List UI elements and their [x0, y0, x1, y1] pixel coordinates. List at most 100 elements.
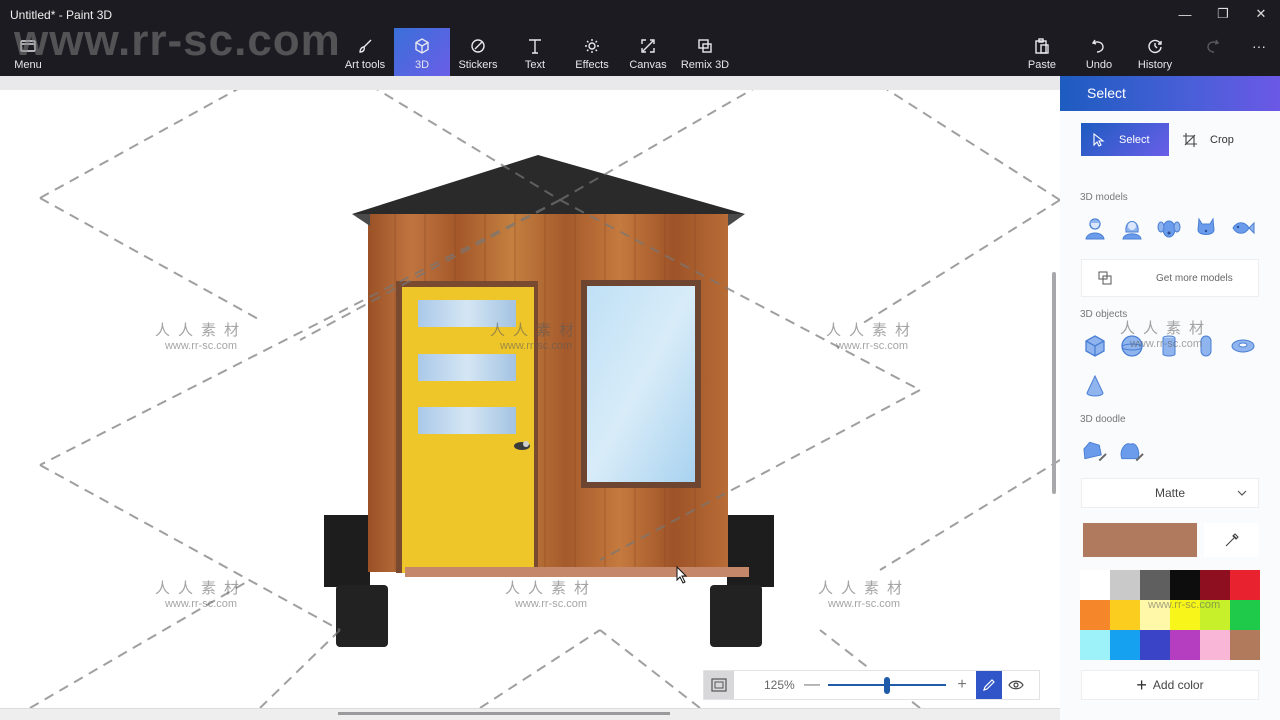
more-icon: ···: [1252, 38, 1266, 54]
color-swatch[interactable]: [1230, 570, 1260, 600]
doodle-label: 3D doodle: [1080, 414, 1126, 425]
color-swatch[interactable]: [1110, 600, 1140, 630]
color-swatch[interactable]: [1110, 570, 1140, 600]
deck: [405, 567, 749, 577]
tool-label: 3D: [414, 59, 430, 71]
doodle-row: [1082, 438, 1144, 463]
vertical-scrollbar[interactable]: [1052, 272, 1056, 494]
app-title: Untitled* - Paint 3D: [10, 8, 113, 22]
maximize-button[interactable]: ❐: [1204, 0, 1242, 28]
color-swatch[interactable]: [1080, 570, 1110, 600]
view-mode-button[interactable]: [704, 671, 734, 699]
color-swatch[interactable]: [1170, 600, 1200, 630]
color-swatch[interactable]: [1170, 570, 1200, 600]
menu-folder-icon: [19, 37, 37, 55]
redo-button[interactable]: [1194, 28, 1230, 76]
crop-button[interactable]: Crop: [1178, 123, 1268, 156]
resize-icon: [639, 37, 657, 55]
color-palette: [1080, 570, 1260, 660]
view-button[interactable]: [1002, 671, 1030, 699]
tool-text[interactable]: Text: [514, 28, 556, 76]
torus-object-icon[interactable]: [1230, 333, 1255, 358]
tool-label: Stickers: [458, 59, 498, 71]
tool-label: Text: [524, 59, 546, 71]
more-button[interactable]: ···: [1244, 28, 1274, 76]
maximize-icon: ❐: [1217, 6, 1229, 21]
color-swatch[interactable]: [1080, 630, 1110, 660]
redo-icon: [1203, 37, 1221, 55]
sun-icon: [583, 37, 601, 55]
close-button[interactable]: ✕: [1242, 0, 1280, 28]
sphere-object-icon[interactable]: [1119, 333, 1144, 358]
zoom-slider[interactable]: [828, 675, 946, 695]
capsule-object-icon[interactable]: [1193, 333, 1218, 358]
fish-model-icon[interactable]: [1230, 215, 1255, 240]
tool-effects[interactable]: Effects: [570, 28, 614, 76]
tool-art-tools[interactable]: Art tools: [338, 28, 392, 76]
add-color-button[interactable]: + Add color: [1081, 670, 1259, 700]
color-swatch[interactable]: [1080, 600, 1110, 630]
tool-3d[interactable]: 3D: [394, 28, 450, 76]
eyedropper-icon: [1225, 533, 1239, 547]
paste-label: Paste: [1027, 59, 1057, 71]
cat-model-icon[interactable]: [1193, 215, 1218, 240]
color-swatch[interactable]: [1230, 600, 1260, 630]
color-swatch[interactable]: [1200, 630, 1230, 660]
zoom-percent: 125%: [764, 678, 795, 692]
color-swatch[interactable]: [1230, 630, 1260, 660]
history-label: History: [1137, 59, 1173, 71]
cube-object-icon[interactable]: [1082, 333, 1107, 358]
edit-mode-button[interactable]: [976, 671, 1002, 699]
current-color-swatch[interactable]: [1083, 523, 1197, 557]
color-swatch[interactable]: [1140, 600, 1170, 630]
cone-object-icon[interactable]: [1082, 373, 1107, 398]
undo-icon: [1090, 37, 1108, 55]
select-label: Select: [1119, 133, 1150, 146]
tool-label: Effects: [575, 59, 609, 71]
chevron-down-icon: [1237, 490, 1247, 496]
color-swatch[interactable]: [1140, 630, 1170, 660]
color-swatch[interactable]: [1200, 600, 1230, 630]
crop-label: Crop: [1210, 133, 1234, 146]
house-drawing[interactable]: [0, 90, 1060, 708]
zoom-slider-thumb[interactable]: [884, 677, 890, 694]
color-swatch[interactable]: [1110, 630, 1140, 660]
cube-icon: [413, 37, 431, 55]
finish-dropdown[interactable]: Matte: [1081, 478, 1259, 508]
tool-canvas[interactable]: Canvas: [626, 28, 670, 76]
get-more-models-label: Get more models: [1156, 272, 1233, 284]
get-more-models-button[interactable]: Get more models: [1081, 259, 1259, 297]
remix-icon: [696, 37, 714, 55]
cylinder-object-icon[interactable]: [1156, 333, 1181, 358]
paste-button[interactable]: Paste: [1022, 28, 1062, 76]
remix-icon: [1098, 271, 1114, 285]
menu-button[interactable]: Menu: [4, 28, 52, 76]
canvas-workspace[interactable]: 人人素材 www.rr-sc.com 人人素材 www.rr-sc.com 人人素材…: [0, 90, 1060, 708]
tool-label: Art tools: [344, 59, 386, 71]
tool-stickers[interactable]: Stickers: [454, 28, 502, 76]
horizontal-scrollbar[interactable]: [338, 712, 670, 715]
objects-label: 3D objects: [1080, 309, 1128, 320]
top-toolbar: Untitled* - Paint 3D — ❐ ✕ Menu Art tool…: [0, 0, 1280, 76]
zoom-in-button[interactable]: +: [954, 676, 970, 694]
menu-label: Menu: [14, 59, 42, 71]
roof: [352, 155, 745, 214]
man-model-icon[interactable]: [1082, 215, 1107, 240]
objects-row: [1082, 333, 1255, 358]
select-button[interactable]: Select: [1081, 123, 1169, 156]
woman-model-icon[interactable]: [1119, 215, 1144, 240]
soft-doodle-icon[interactable]: [1119, 438, 1144, 463]
minimize-button[interactable]: —: [1166, 0, 1204, 28]
tool-remix-3d[interactable]: Remix 3D: [680, 28, 730, 76]
color-swatch[interactable]: [1140, 570, 1170, 600]
color-swatch[interactable]: [1170, 630, 1200, 660]
tool-label: Remix 3D: [680, 59, 730, 71]
undo-button[interactable]: Undo: [1080, 28, 1118, 76]
sharp-doodle-icon[interactable]: [1082, 438, 1107, 463]
zoom-out-button[interactable]: —: [804, 676, 820, 694]
panel-title: Select: [1060, 76, 1280, 111]
dog-model-icon[interactable]: [1156, 215, 1181, 240]
color-swatch[interactable]: [1200, 570, 1230, 600]
eyedropper-button[interactable]: [1204, 523, 1259, 557]
history-button[interactable]: History: [1134, 28, 1176, 76]
